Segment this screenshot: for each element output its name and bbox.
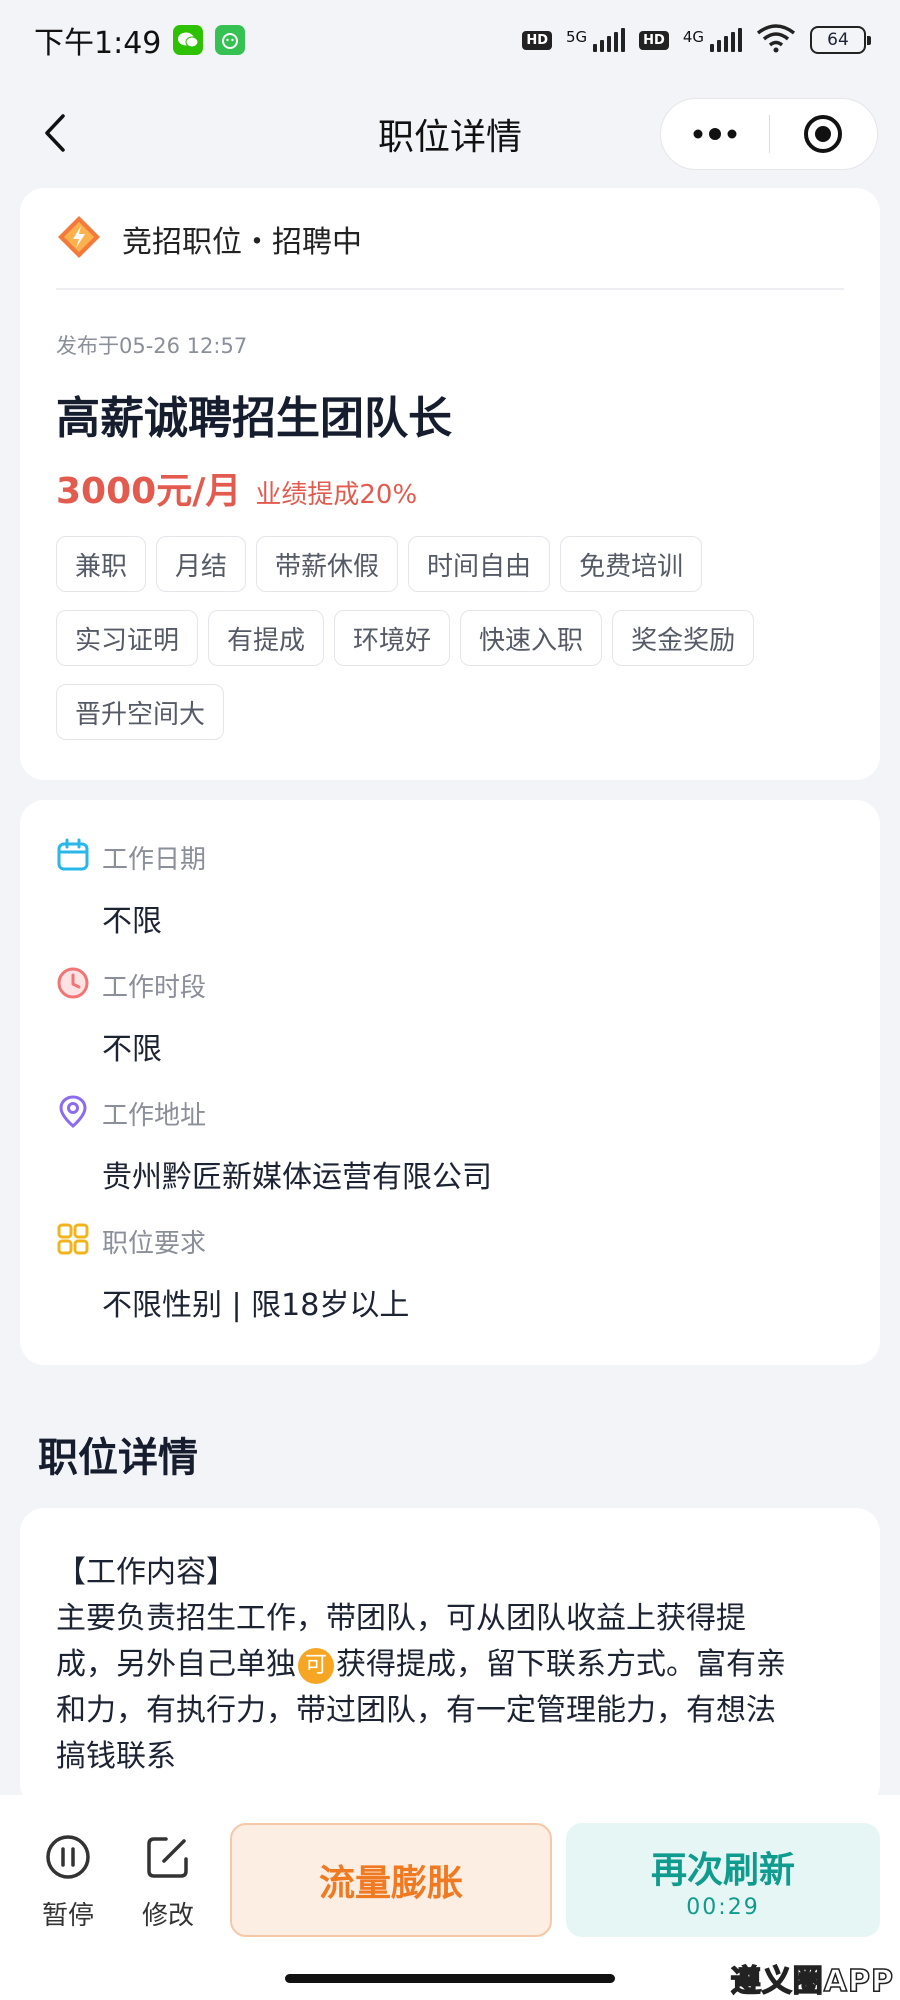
salary: 3000元/月 xyxy=(56,471,242,512)
description-heading: 【工作内容】 xyxy=(56,1555,236,1590)
pause-label: 暂停 xyxy=(41,1901,94,1931)
clock-icon xyxy=(56,966,90,1004)
nav-bar: 职位详情 xyxy=(0,80,900,188)
work-date-label: 工作日期 xyxy=(102,844,207,875)
location-pin-icon xyxy=(56,1094,90,1132)
refresh-label: 再次刷新 xyxy=(650,1849,795,1891)
job-requirements-label: 职位要求 xyxy=(102,1228,207,1259)
calendar-icon xyxy=(56,838,90,876)
competitive-job-icon xyxy=(56,214,102,264)
work-address-value[interactable]: 贵州黔匠新媒体运营有限公司 xyxy=(102,1152,492,1196)
job-tag: 免费培训 xyxy=(560,536,703,592)
work-date-value: 不限 xyxy=(102,904,162,939)
home-indicator[interactable] xyxy=(285,1974,615,1983)
hd-badge-2: HD xyxy=(639,30,669,50)
pause-icon xyxy=(46,1835,90,1879)
target-circle-icon xyxy=(804,115,843,153)
work-address-label: 工作地址 xyxy=(102,1100,207,1131)
app-notification-icon xyxy=(215,25,246,55)
close-miniprogram-button[interactable] xyxy=(770,98,878,170)
signal-5g-icon: 5G xyxy=(565,28,626,52)
job-tag: 实习证明 xyxy=(56,610,199,666)
job-description: 【工作内容】 主要负责招生工作，带团队，可从团队收益上获得提 成，另外自己单独可… xyxy=(56,1550,856,1780)
job-tags: 兼职 月结 带薪休假 时间自由 免费培训 实习证明 有提成 环境好 快速入职 奖… xyxy=(56,536,836,740)
refresh-again-button[interactable]: 再次刷新 00:29 xyxy=(566,1823,880,1937)
description-line: 成，另外自己单独可获得提成，留下联系方式。富有亲 xyxy=(56,1642,856,1688)
more-dots-icon xyxy=(693,128,737,140)
job-requirements-value: 不限性别 | 限18岁以上 xyxy=(102,1288,410,1323)
status-indicators: HD 5G HD 4G 64 xyxy=(522,23,871,57)
signal-4g-icon: 4G xyxy=(683,28,742,52)
grid-icon xyxy=(56,1222,90,1260)
edit-button[interactable]: 修改 xyxy=(128,1833,208,1932)
work-period-label: 工作时段 xyxy=(102,972,207,1003)
job-type-label: 竞招职位・招聘中 xyxy=(122,225,362,260)
watermark: 遵义圈APP xyxy=(730,1963,894,2000)
status-bar: 下午1:49 HD 5G HD 4G 64 xyxy=(0,0,900,80)
page: 下午1:49 HD 5G HD 4G 64 职位详情 竞招职位・招聘中 发布于0… xyxy=(0,0,900,2000)
edit-icon xyxy=(147,1837,188,1878)
job-tag: 奖金奖励 xyxy=(612,610,755,666)
work-date-item: 工作日期 不限 xyxy=(56,838,206,940)
description-text: 获得提成，留下联系方式。富有亲 xyxy=(336,1647,786,1682)
commission: 业绩提成20% xyxy=(255,480,418,510)
more-button[interactable] xyxy=(661,98,769,170)
job-tag: 有提成 xyxy=(208,610,325,666)
job-tag: 带薪休假 xyxy=(256,536,399,592)
net-5g-label: 5G xyxy=(565,28,588,46)
job-type-row: 竞招职位・招聘中 xyxy=(56,214,362,264)
job-tag: 晋升空间大 xyxy=(56,684,225,740)
ke-badge-icon: 可 xyxy=(298,1647,334,1684)
job-info-card: 工作日期 不限 工作时段 不限 工作地址 贵州黔匠新媒体运营有限公司 职位要求 … xyxy=(20,800,880,1365)
miniprogram-capsule xyxy=(660,98,878,170)
salary-row: 3000元/月 业绩提成20% xyxy=(56,462,417,514)
job-details-card: 【工作内容】 主要负责招生工作，带团队，可从团队收益上获得提 成，另外自己单独可… xyxy=(20,1508,880,1808)
work-period-item: 工作时段 不限 xyxy=(56,966,206,1068)
section-title: 职位详情 xyxy=(38,1435,198,1481)
net-4g-label: 4G xyxy=(682,28,704,46)
hd-badge: HD xyxy=(522,30,552,50)
status-time: 下午1:49 xyxy=(34,26,162,61)
job-tag: 兼职 xyxy=(56,536,147,592)
description-line: 主要负责招生工作，带团队，可从团队收益上获得提 xyxy=(56,1601,746,1636)
refresh-countdown: 00:29 xyxy=(686,1894,760,1920)
pause-button[interactable]: 暂停 xyxy=(28,1833,108,1932)
edit-label: 修改 xyxy=(141,1901,194,1931)
description-text: 成，另外自己单独 xyxy=(56,1647,296,1682)
divider xyxy=(56,288,844,290)
publish-time: 发布于05-26 12:57 xyxy=(56,334,248,358)
job-tag: 月结 xyxy=(156,536,247,592)
wifi-icon xyxy=(756,23,796,57)
work-period-value: 不限 xyxy=(102,1032,162,1067)
job-title: 高薪诚聘招生团队长 xyxy=(56,393,452,444)
job-tag: 快速入职 xyxy=(460,610,603,666)
traffic-boost-button[interactable]: 流量膨胀 xyxy=(230,1823,552,1937)
job-tag: 环境好 xyxy=(334,610,451,666)
wechat-icon xyxy=(173,25,204,55)
description-line: 和力，有执行力，带过团队，有一定管理能力，有想法 xyxy=(56,1693,776,1728)
description-line: 搞钱联系 xyxy=(56,1739,176,1774)
job-summary-card: 竞招职位・招聘中 发布于05-26 12:57 高薪诚聘招生团队长 3000元/… xyxy=(20,188,880,780)
job-tag: 时间自由 xyxy=(408,536,551,592)
battery-icon: 64 xyxy=(810,26,871,54)
work-address-item: 工作地址 贵州黔匠新媒体运营有限公司 xyxy=(56,1094,492,1196)
job-requirements-item: 职位要求 不限性别 | 限18岁以上 xyxy=(56,1222,409,1324)
